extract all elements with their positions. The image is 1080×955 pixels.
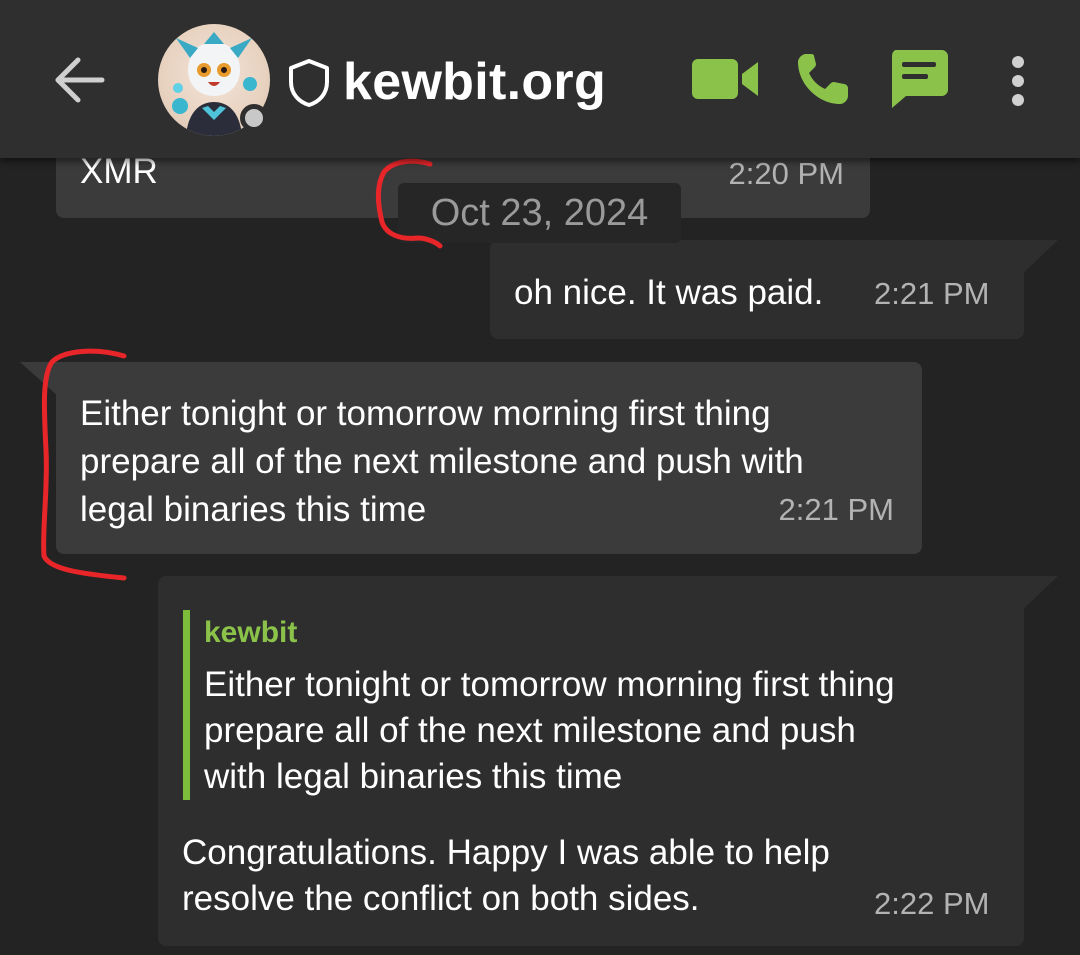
bubble-tail (20, 362, 60, 398)
outgoing-message[interactable]: oh nice. It was paid. 2:21 PM (490, 240, 1024, 339)
message-text: Congratulations. Happy I was able to hel… (182, 833, 830, 918)
back-button[interactable] (52, 52, 108, 108)
date-separator: Oct 23, 2024 (398, 183, 681, 243)
message-icon[interactable] (888, 46, 950, 112)
message-time: 2:22 PM (874, 886, 990, 921)
contact-name[interactable]: kewbit.org (343, 50, 606, 114)
presence-indicator (240, 104, 268, 132)
message-text: oh nice. It was paid. (514, 273, 824, 312)
message-text: Either tonight or tomorrow morning first… (80, 394, 804, 529)
reply-author[interactable]: kewbit (204, 616, 297, 650)
message-time: 2:21 PM (778, 492, 894, 527)
shield-icon (289, 59, 329, 107)
more-vert-icon[interactable] (1004, 54, 1032, 108)
message-time: 2:21 PM (874, 276, 990, 311)
message-time: 2:20 PM (728, 156, 844, 191)
incoming-message[interactable]: Either tonight or tomorrow morning first… (56, 362, 922, 554)
reply-quote-bar (183, 610, 190, 800)
bubble-tail (1018, 576, 1058, 614)
bubble-tail (1018, 240, 1058, 278)
video-call-icon[interactable] (690, 54, 760, 104)
chat-screen: XMR 2:20 PM Oct 23, 2024 oh nice. It was… (0, 0, 1080, 955)
outgoing-message[interactable]: kewbit Either tonight or tomorrow mornin… (158, 576, 1024, 946)
reply-quote-text[interactable]: Either tonight or tomorrow morning first… (204, 662, 895, 800)
back-arrow-icon (55, 57, 105, 103)
chat-header: kewbit.org (0, 0, 1080, 158)
phone-icon[interactable] (794, 50, 852, 108)
